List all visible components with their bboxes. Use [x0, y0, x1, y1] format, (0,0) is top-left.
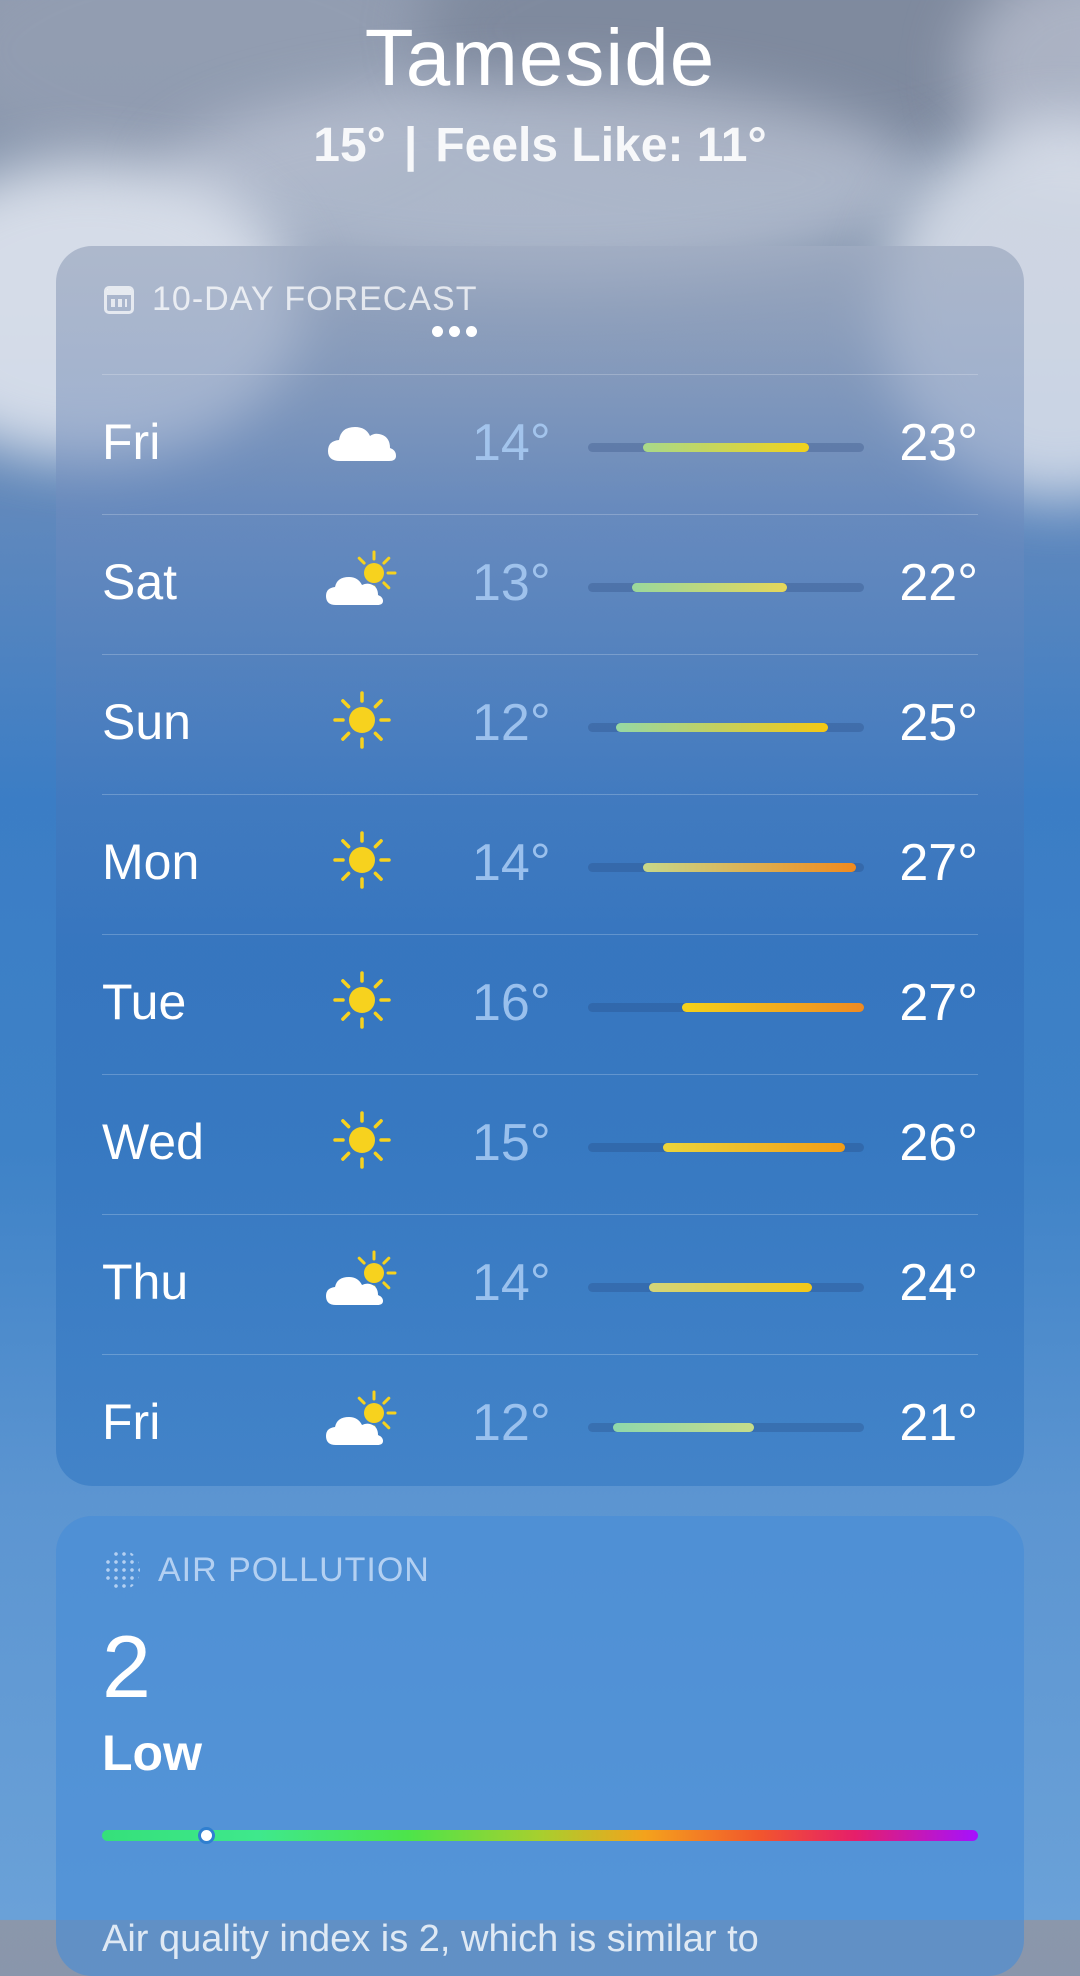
sun-icon: [322, 825, 402, 895]
high-temp: 25°: [899, 694, 978, 752]
temp-range-track: [588, 583, 864, 592]
temp-range-track: [588, 1143, 864, 1152]
high-temp: 27°: [899, 974, 978, 1032]
aqi-value: 2: [102, 1617, 151, 1716]
air-particles-icon: [104, 1550, 140, 1590]
aqi-indicator: [197, 1827, 215, 1844]
forecast-header: 10-DAY FORECAST: [104, 280, 477, 319]
high-temp: 26°: [899, 1114, 978, 1172]
low-temp: 12°: [472, 1394, 551, 1452]
low-temp: 14°: [472, 1254, 551, 1312]
forecast-row[interactable]: Fri 12° 21°: [102, 1354, 978, 1494]
more-options-icon[interactable]: [432, 326, 477, 337]
partly-cloudy-icon: [322, 1385, 402, 1455]
temp-range-bar: [632, 583, 787, 592]
forecast-row[interactable]: Sun 12° 25°: [102, 654, 978, 794]
low-temp: 12°: [472, 694, 551, 752]
current-conditions: 15° | Feels Like: 11°: [0, 118, 1080, 173]
temp-range-track: [588, 1423, 864, 1432]
city-name: Tameside: [364, 13, 716, 102]
forecast-day: Mon: [102, 834, 200, 890]
forecast-row[interactable]: Sat 13° 22°: [102, 514, 978, 654]
temp-range-bar: [648, 1283, 812, 1292]
sun-icon: [322, 1105, 402, 1175]
forecast-rows: Fri 14° 23° Sat 13° 22° Sun 12° 25° Mon …: [102, 374, 978, 1494]
high-temp: 27°: [899, 834, 978, 892]
forecast-row[interactable]: Mon 14° 27°: [102, 794, 978, 934]
partly-cloudy-icon: [322, 1245, 402, 1315]
temp-range-track: [588, 723, 864, 732]
low-temp: 13°: [472, 554, 551, 612]
calendar-icon: [104, 285, 134, 314]
high-temp: 23°: [899, 414, 978, 472]
low-temp: 14°: [472, 414, 551, 472]
aqi-scale: [102, 1827, 978, 1844]
partly-cloudy-icon: [322, 545, 402, 615]
temp-range-bar: [612, 1423, 754, 1432]
low-temp: 14°: [472, 834, 551, 892]
ten-day-forecast-card[interactable]: 10-DAY FORECAST Fri 14° 23° Sat 13° 22° …: [56, 246, 1024, 1486]
current-temp: 15°: [313, 119, 386, 172]
sun-icon: [322, 965, 402, 1035]
temp-range-bar: [643, 443, 809, 452]
forecast-day: Fri: [102, 414, 161, 470]
forecast-day: Thu: [102, 1254, 189, 1310]
high-temp: 22°: [899, 554, 978, 612]
sun-icon: [322, 685, 402, 755]
forecast-day: Sun: [102, 694, 191, 750]
low-temp: 16°: [472, 974, 551, 1032]
forecast-row[interactable]: Thu 14° 24°: [102, 1214, 978, 1354]
forecast-row[interactable]: Fri 14° 23°: [102, 374, 978, 514]
high-temp: 24°: [899, 1254, 978, 1312]
aqi-description: Air quality index is 2, which is similar…: [102, 1918, 759, 1960]
low-temp: 15°: [472, 1114, 551, 1172]
temp-range-track: [588, 1283, 864, 1292]
air-pollution-header: AIR POLLUTION: [104, 1550, 430, 1590]
forecast-day: Wed: [102, 1114, 204, 1170]
temp-range-bar: [643, 863, 856, 872]
air-pollution-title: AIR POLLUTION: [158, 1550, 430, 1589]
feels-like: Feels Like: 11°: [435, 119, 767, 172]
forecast-day: Fri: [102, 1394, 161, 1450]
air-pollution-card[interactable]: AIR POLLUTION 2 Low Air quality index is…: [56, 1516, 1024, 1976]
temp-range-bar: [615, 723, 829, 732]
forecast-day: Tue: [102, 974, 187, 1030]
forecast-row[interactable]: Wed 15° 26°: [102, 1074, 978, 1214]
temp-range-bar: [681, 1003, 864, 1012]
forecast-day: Sat: [102, 554, 178, 610]
temp-range-track: [588, 443, 864, 452]
separator: |: [403, 119, 418, 172]
cloud-icon: [322, 405, 402, 475]
forecast-row[interactable]: Tue 16° 27°: [102, 934, 978, 1074]
temp-range-track: [588, 1003, 864, 1012]
temp-range-bar: [662, 1143, 845, 1152]
temp-range-track: [588, 863, 864, 872]
high-temp: 21°: [899, 1394, 978, 1452]
aqi-level: Low: [102, 1725, 202, 1781]
forecast-title: 10-DAY FORECAST: [152, 280, 478, 318]
